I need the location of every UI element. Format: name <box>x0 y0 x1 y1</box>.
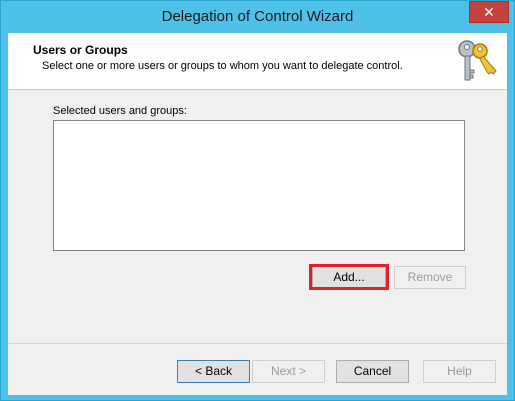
wizard-header: Users or Groups Select one or more users… <box>8 33 507 90</box>
remove-button[interactable]: Remove <box>394 266 466 289</box>
help-button[interactable]: Help <box>423 360 496 383</box>
wizard-window: Delegation of Control Wizard ✕ Users or … <box>0 0 515 401</box>
cancel-button[interactable]: Cancel <box>336 360 409 383</box>
title-bar[interactable]: Delegation of Control Wizard ✕ <box>1 1 514 34</box>
keys-icon <box>458 40 497 81</box>
selected-users-list[interactable] <box>53 120 465 251</box>
page-title: Users or Groups <box>33 43 128 57</box>
selected-list-label: Selected users and groups: <box>53 105 187 117</box>
close-button[interactable]: ✕ <box>469 1 509 23</box>
wizard-client-area: Users or Groups Select one or more users… <box>8 33 507 395</box>
add-button-highlight <box>309 264 389 290</box>
page-subtitle: Select one or more users or groups to wh… <box>42 60 403 72</box>
footer-divider <box>8 343 507 344</box>
back-button[interactable]: < Back <box>177 360 250 383</box>
next-button[interactable]: Next > <box>252 360 325 383</box>
window-title: Delegation of Control Wizard <box>161 8 354 25</box>
